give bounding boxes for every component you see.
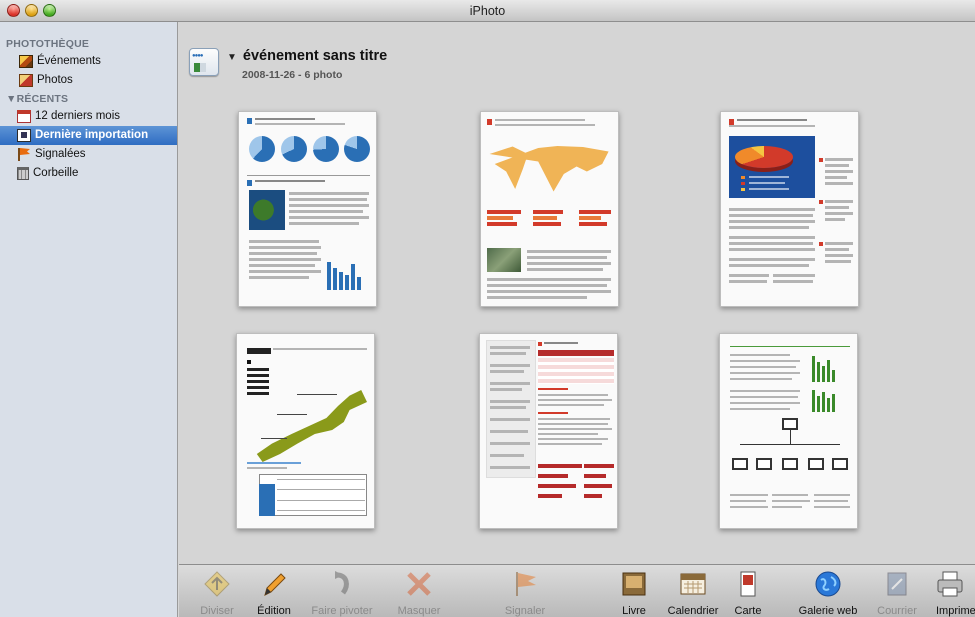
photo-thumbnail[interactable]: [719, 333, 858, 529]
disclosure-triangle-icon[interactable]: ▼: [227, 52, 237, 63]
hide-button[interactable]: Masquer: [391, 569, 447, 617]
sidebar-item-last-12-months[interactable]: 12 derniers mois: [0, 107, 177, 126]
book-icon: [619, 569, 649, 599]
pencil-icon: [259, 569, 289, 599]
sidebar-item-label: Dernière importation: [35, 129, 149, 141]
card-icon: [733, 569, 763, 599]
book-label: Livre: [622, 605, 646, 617]
event-subtitle: 2008-11-26 - 6 photo: [242, 69, 343, 81]
card-label: Carte: [734, 605, 762, 617]
printer-icon: [935, 569, 965, 599]
split-label: Diviser: [200, 605, 234, 617]
globe-icon: [813, 569, 843, 599]
event-title[interactable]: ▼ événement sans titre: [227, 48, 387, 66]
rotate-button[interactable]: Faire pivoter: [307, 569, 377, 617]
bottom-toolbar: Diviser Édition Faire pivoter Masquer Si…: [179, 564, 975, 617]
print-button[interactable]: Imprimer: [931, 569, 975, 617]
split-icon: [202, 569, 232, 599]
calendar-button[interactable]: Calendrier: [662, 569, 724, 617]
last-import-icon: [17, 129, 31, 142]
flag-icon: [510, 569, 540, 599]
split-button[interactable]: Diviser: [194, 569, 240, 617]
web-gallery-button[interactable]: Galerie web: [793, 569, 863, 617]
print-label: Imprimer: [936, 605, 975, 617]
web-gallery-label: Galerie web: [798, 605, 858, 617]
sidebar-item-photos[interactable]: Photos: [0, 71, 177, 90]
rotate-icon: [327, 569, 357, 599]
sidebar-item-flagged[interactable]: Signalées: [0, 145, 177, 164]
mail-label: Courrier: [877, 605, 917, 617]
edit-button[interactable]: Édition: [250, 569, 298, 617]
sidebar-item-events[interactable]: Événements: [0, 52, 177, 71]
photo-thumbnail[interactable]: [238, 111, 377, 307]
flag-label: Signaler: [504, 605, 546, 617]
event-key-photo-icon[interactable]: [189, 48, 219, 76]
book-button[interactable]: Livre: [614, 569, 654, 617]
source-list: PHOTOTHÈQUE Événements Photos ▼RÉCENTS 1…: [0, 22, 178, 617]
calendar-label: Calendrier: [667, 605, 719, 617]
edit-label: Édition: [257, 605, 291, 617]
sidebar-item-label: Événements: [37, 55, 101, 67]
photo-thumbnail[interactable]: [236, 333, 375, 529]
photo-thumbnail[interactable]: [720, 111, 859, 307]
photo-thumbnail[interactable]: [480, 111, 619, 307]
recent-section-header[interactable]: ▼RÉCENTS: [0, 91, 177, 107]
mail-button[interactable]: Courrier: [871, 569, 923, 617]
photo-browser: ▼ événement sans titre 2008-11-26 - 6 pho…: [179, 22, 975, 564]
library-section-header: PHOTOTHÈQUE: [6, 38, 90, 50]
hide-label: Masquer: [397, 605, 441, 617]
rotate-label: Faire pivoter: [311, 605, 373, 617]
calendar-icon: [678, 569, 708, 599]
card-button[interactable]: Carte: [728, 569, 768, 617]
event-header: ▼ événement sans titre 2008-11-26 - 6 pho…: [189, 48, 387, 81]
sidebar-item-label: Corbeille: [33, 167, 79, 179]
sidebar-item-trash[interactable]: Corbeille: [0, 164, 177, 183]
sidebar-item-label: Signalées: [35, 148, 86, 160]
flag-icon: [17, 148, 31, 161]
mail-icon: [882, 569, 912, 599]
window-title: iPhoto: [469, 4, 506, 18]
photos-icon: [19, 74, 33, 87]
sidebar-item-label: Photos: [37, 74, 73, 86]
sidebar-item-last-import[interactable]: Dernière importation: [0, 126, 177, 145]
title-bar: iPhoto: [0, 0, 975, 22]
flag-button[interactable]: Signaler: [499, 569, 551, 617]
sidebar-item-label: 12 derniers mois: [35, 110, 121, 122]
photo-thumbnail[interactable]: [479, 333, 618, 529]
calendar-icon: [17, 110, 31, 123]
trash-icon: [17, 167, 29, 180]
event-title-text: événement sans titre: [242, 48, 388, 64]
events-icon: [19, 55, 33, 68]
hide-x-icon: [404, 569, 434, 599]
